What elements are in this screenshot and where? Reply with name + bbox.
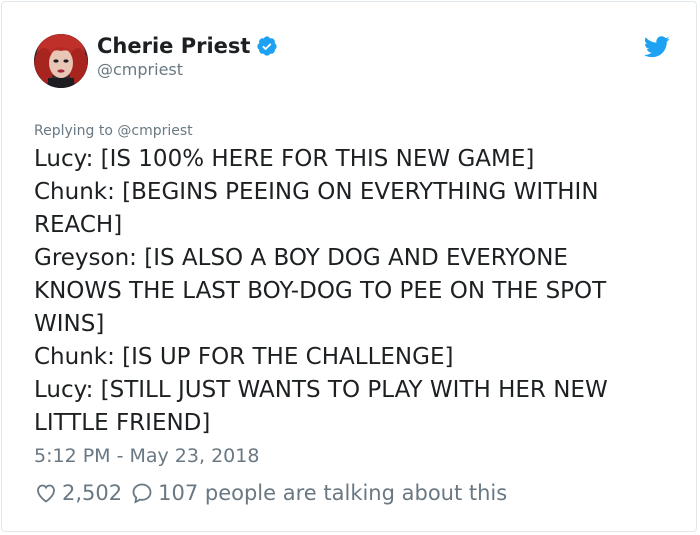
tweet-line: Greyson: [IS ALSO A BOY DOG AND EVERYONE bbox=[34, 245, 568, 271]
tweet-text: Lucy: [IS 100% HERE FOR THIS NEW GAME] C… bbox=[34, 143, 674, 440]
tweet-line: Lucy: [IS 100% HERE FOR THIS NEW GAME] bbox=[34, 146, 535, 172]
tweet-timestamp[interactable]: 5:12 PM - May 23, 2018 bbox=[34, 445, 259, 467]
author-handle[interactable]: @cmpriest bbox=[97, 60, 183, 79]
twitter-bird-icon[interactable] bbox=[644, 36, 670, 58]
tweet-line: Lucy: [STILL JUST WANTS TO PLAY WITH HER… bbox=[34, 377, 608, 403]
author-name[interactable]: Cherie Priest bbox=[97, 34, 250, 58]
heart-icon[interactable] bbox=[34, 481, 58, 505]
replying-to: Replying to @cmpriest bbox=[34, 123, 193, 139]
like-count[interactable]: 2,502 bbox=[62, 481, 122, 505]
tweet-line: LITTLE FRIEND] bbox=[34, 410, 211, 436]
replying-mention-link[interactable]: @cmpriest bbox=[117, 123, 192, 139]
tweet-line: KNOWS THE LAST BOY-DOG TO PEE ON THE SPO… bbox=[34, 278, 607, 304]
replying-prefix: Replying to bbox=[34, 123, 118, 139]
tweet-line: REACH] bbox=[34, 212, 123, 238]
tweet-line: WINS] bbox=[34, 311, 105, 337]
author-name-row[interactable]: Cherie Priest bbox=[97, 34, 278, 58]
avatar[interactable] bbox=[34, 34, 88, 88]
conversation-count[interactable]: 107 people are talking about this bbox=[158, 481, 507, 505]
speech-bubble-icon[interactable] bbox=[130, 481, 154, 505]
tweet-card: Cherie Priest @cmpriest Replying to @cmp… bbox=[1, 1, 697, 532]
tweet-stats: 2,502 107 people are talking about this bbox=[34, 481, 507, 505]
avatar-photo-icon bbox=[34, 34, 88, 88]
tweet-line: Chunk: [BEGINS PEEING ON EVERYTHING WITH… bbox=[34, 179, 599, 205]
verified-badge-icon bbox=[257, 36, 278, 56]
tweet-line: Chunk: [IS UP FOR THE CHALLENGE] bbox=[34, 344, 454, 370]
